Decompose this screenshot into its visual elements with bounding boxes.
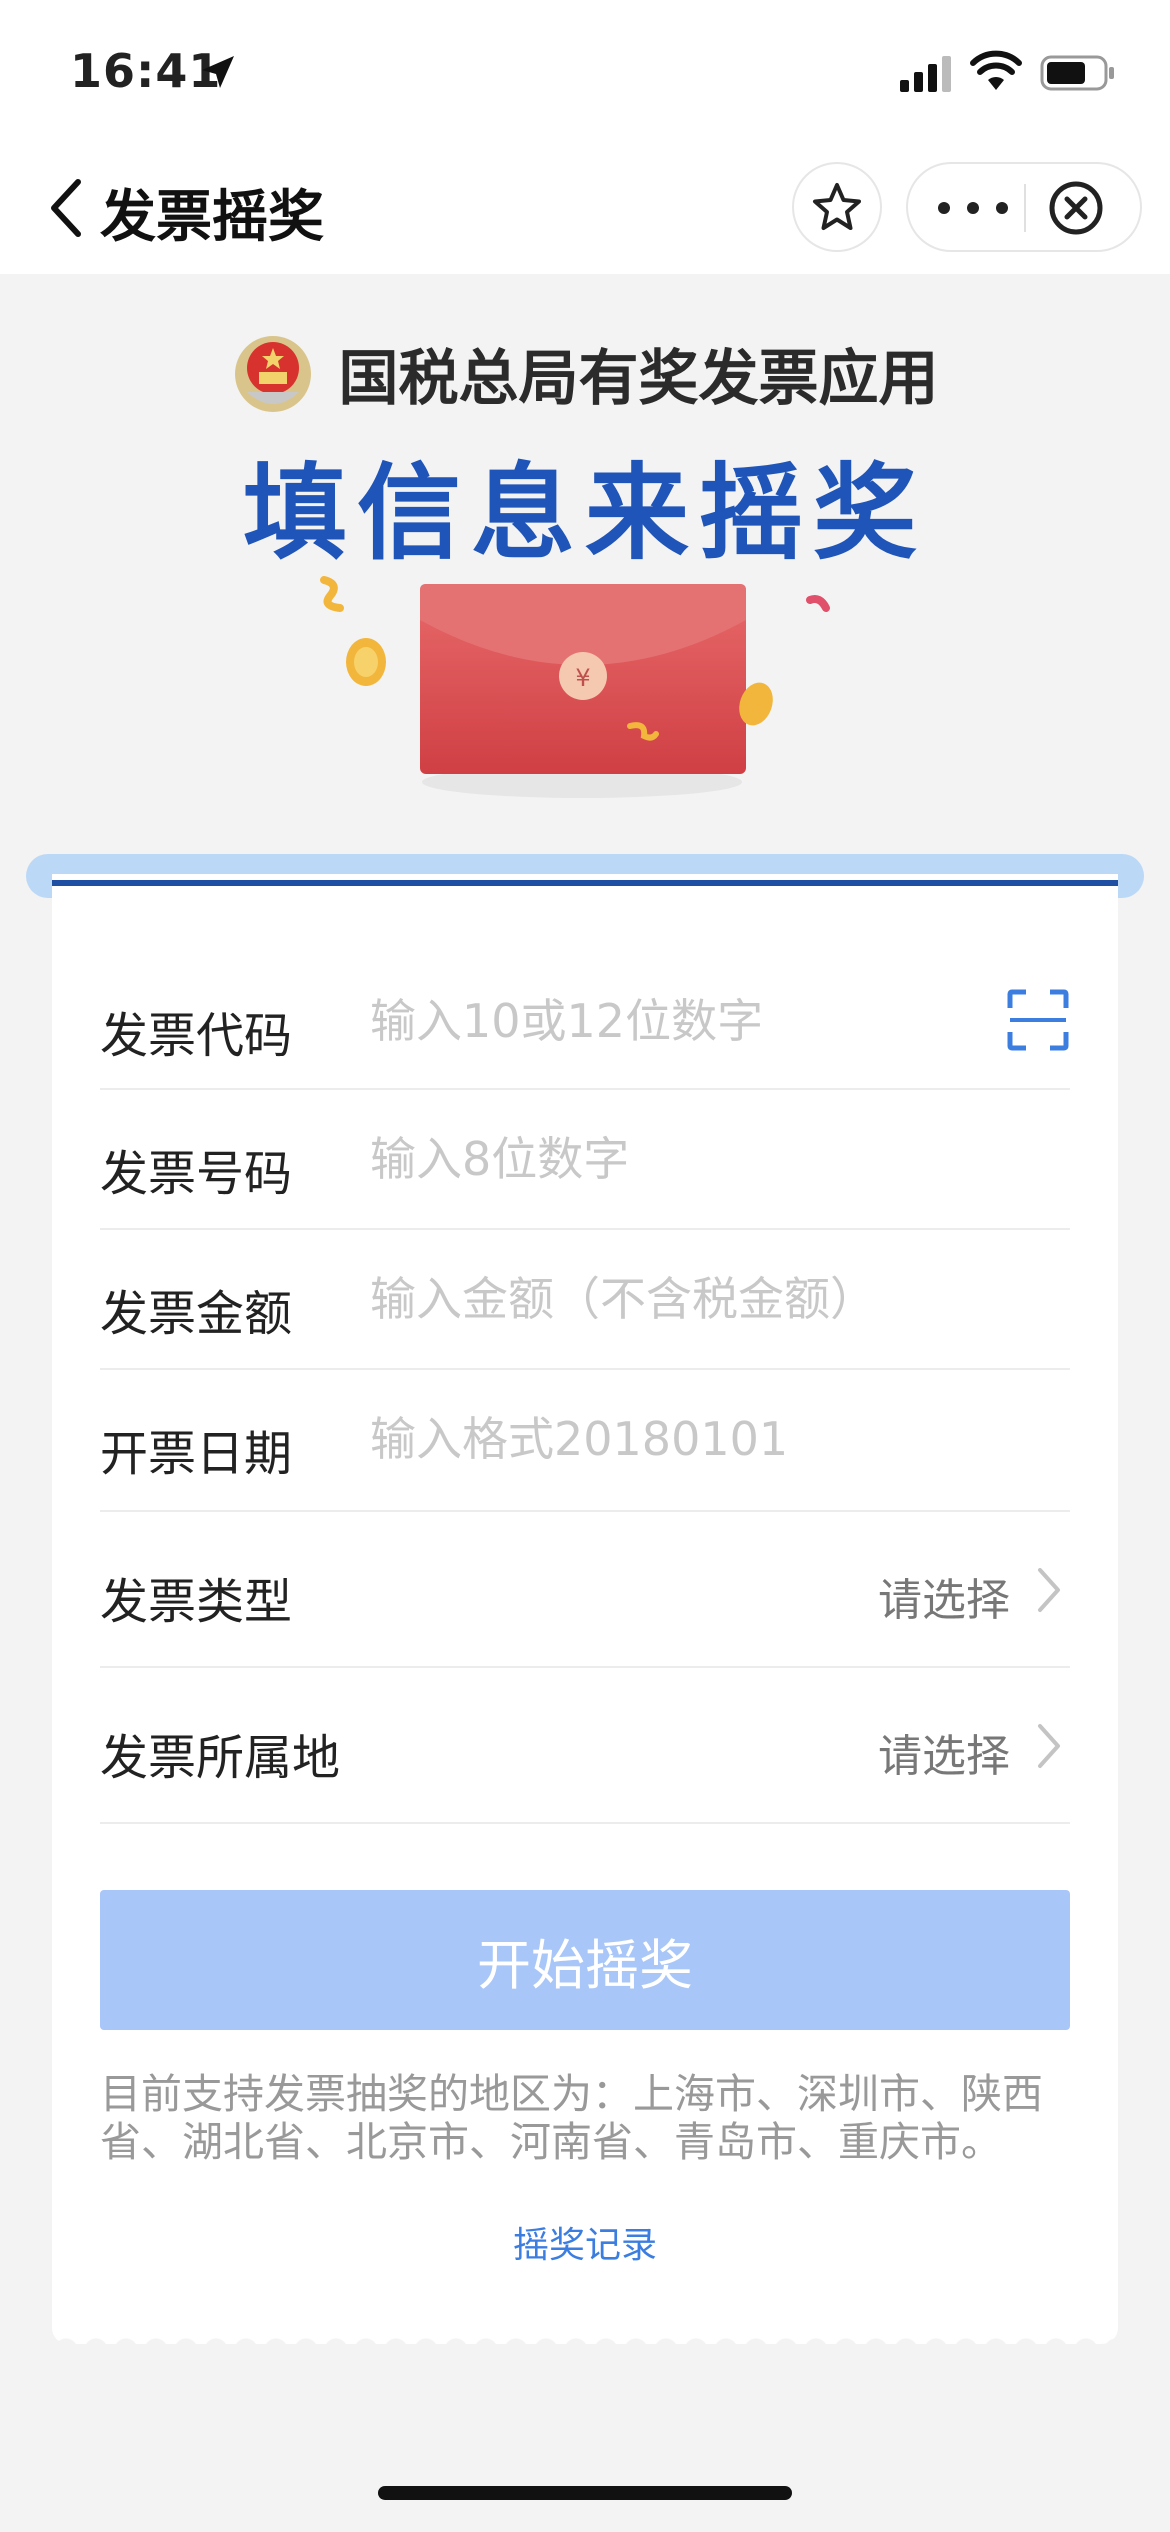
close-circle-icon[interactable] (1048, 180, 1104, 236)
invoice-code-input[interactable] (370, 994, 970, 1048)
card-top-line (52, 880, 1118, 886)
invoice-type-value: 请选择 (878, 1575, 1010, 1626)
svg-text:¥: ¥ (575, 664, 590, 692)
miniprogram-capsule (906, 162, 1142, 252)
chevron-right-icon (1038, 1568, 1060, 1612)
scan-icon[interactable] (1006, 988, 1070, 1052)
header-subtitle: 国税总局有奖发票应用 (338, 344, 939, 414)
wifi-icon (970, 50, 1022, 90)
invoice-number-input[interactable] (370, 1132, 970, 1186)
card-scalloped-edge (52, 2334, 1118, 2362)
issue-date-row: 开票日期 (100, 1370, 1070, 1512)
invoice-region-select[interactable]: 发票所属地 请选择 (100, 1668, 1070, 1824)
chevron-right-icon (1038, 1724, 1060, 1768)
location-arrow-icon (202, 56, 234, 88)
header-headline: 填信息来摇奖 (242, 452, 927, 574)
page-title: 发票摇奖 (100, 185, 324, 250)
capsule-divider (1024, 184, 1026, 232)
lottery-form-card: 发票代码 发票号码 发票金额 开票日期 发票类型 请选择 发票所属地 请选择 开… (52, 874, 1118, 2344)
cellular-signal-icon (900, 56, 951, 92)
start-lottery-button[interactable]: 开始摇奖 (100, 1890, 1070, 2030)
invoice-number-row: 发票号码 (100, 1090, 1070, 1230)
star-icon (813, 183, 861, 230)
header-subtitle-line: 国税总局有奖发票应用 (0, 330, 1170, 417)
invoice-code-label: 发票代码 (100, 1008, 293, 1064)
invoice-region-label: 发票所属地 (100, 1730, 341, 1786)
status-bar: 16:41 (0, 0, 1170, 140)
issue-date-label: 开票日期 (100, 1426, 293, 1482)
invoice-number-label: 发票号码 (100, 1146, 293, 1202)
invoice-type-select[interactable]: 发票类型 请选择 (100, 1512, 1070, 1668)
issue-date-input[interactable] (370, 1412, 970, 1466)
red-envelope-illustration: ¥ (320, 576, 830, 798)
supported-regions-notice: 目前支持发票抽奖的地区为：上海市、深圳市、陕西省、湖北省、北京市、河南省、青岛市… (100, 2070, 1043, 2166)
invoice-code-row: 发票代码 (100, 948, 1070, 1090)
invoice-amount-input[interactable] (370, 1272, 970, 1326)
battery-icon (1040, 55, 1114, 91)
back-arrow-icon[interactable] (46, 178, 86, 238)
invoice-amount-label: 发票金额 (100, 1286, 293, 1342)
more-icon[interactable] (938, 186, 1008, 230)
lottery-record-link[interactable]: 摇奖记录 (52, 2216, 1118, 2268)
invoice-region-value: 请选择 (878, 1731, 1010, 1782)
favorite-button[interactable] (792, 162, 882, 252)
invoice-amount-row: 发票金额 (100, 1230, 1070, 1370)
invoice-type-label: 发票类型 (100, 1574, 293, 1630)
tax-emblem-icon (235, 335, 312, 412)
home-indicator[interactable] (378, 2486, 792, 2500)
nav-bar: 发票摇奖 (0, 140, 1170, 274)
